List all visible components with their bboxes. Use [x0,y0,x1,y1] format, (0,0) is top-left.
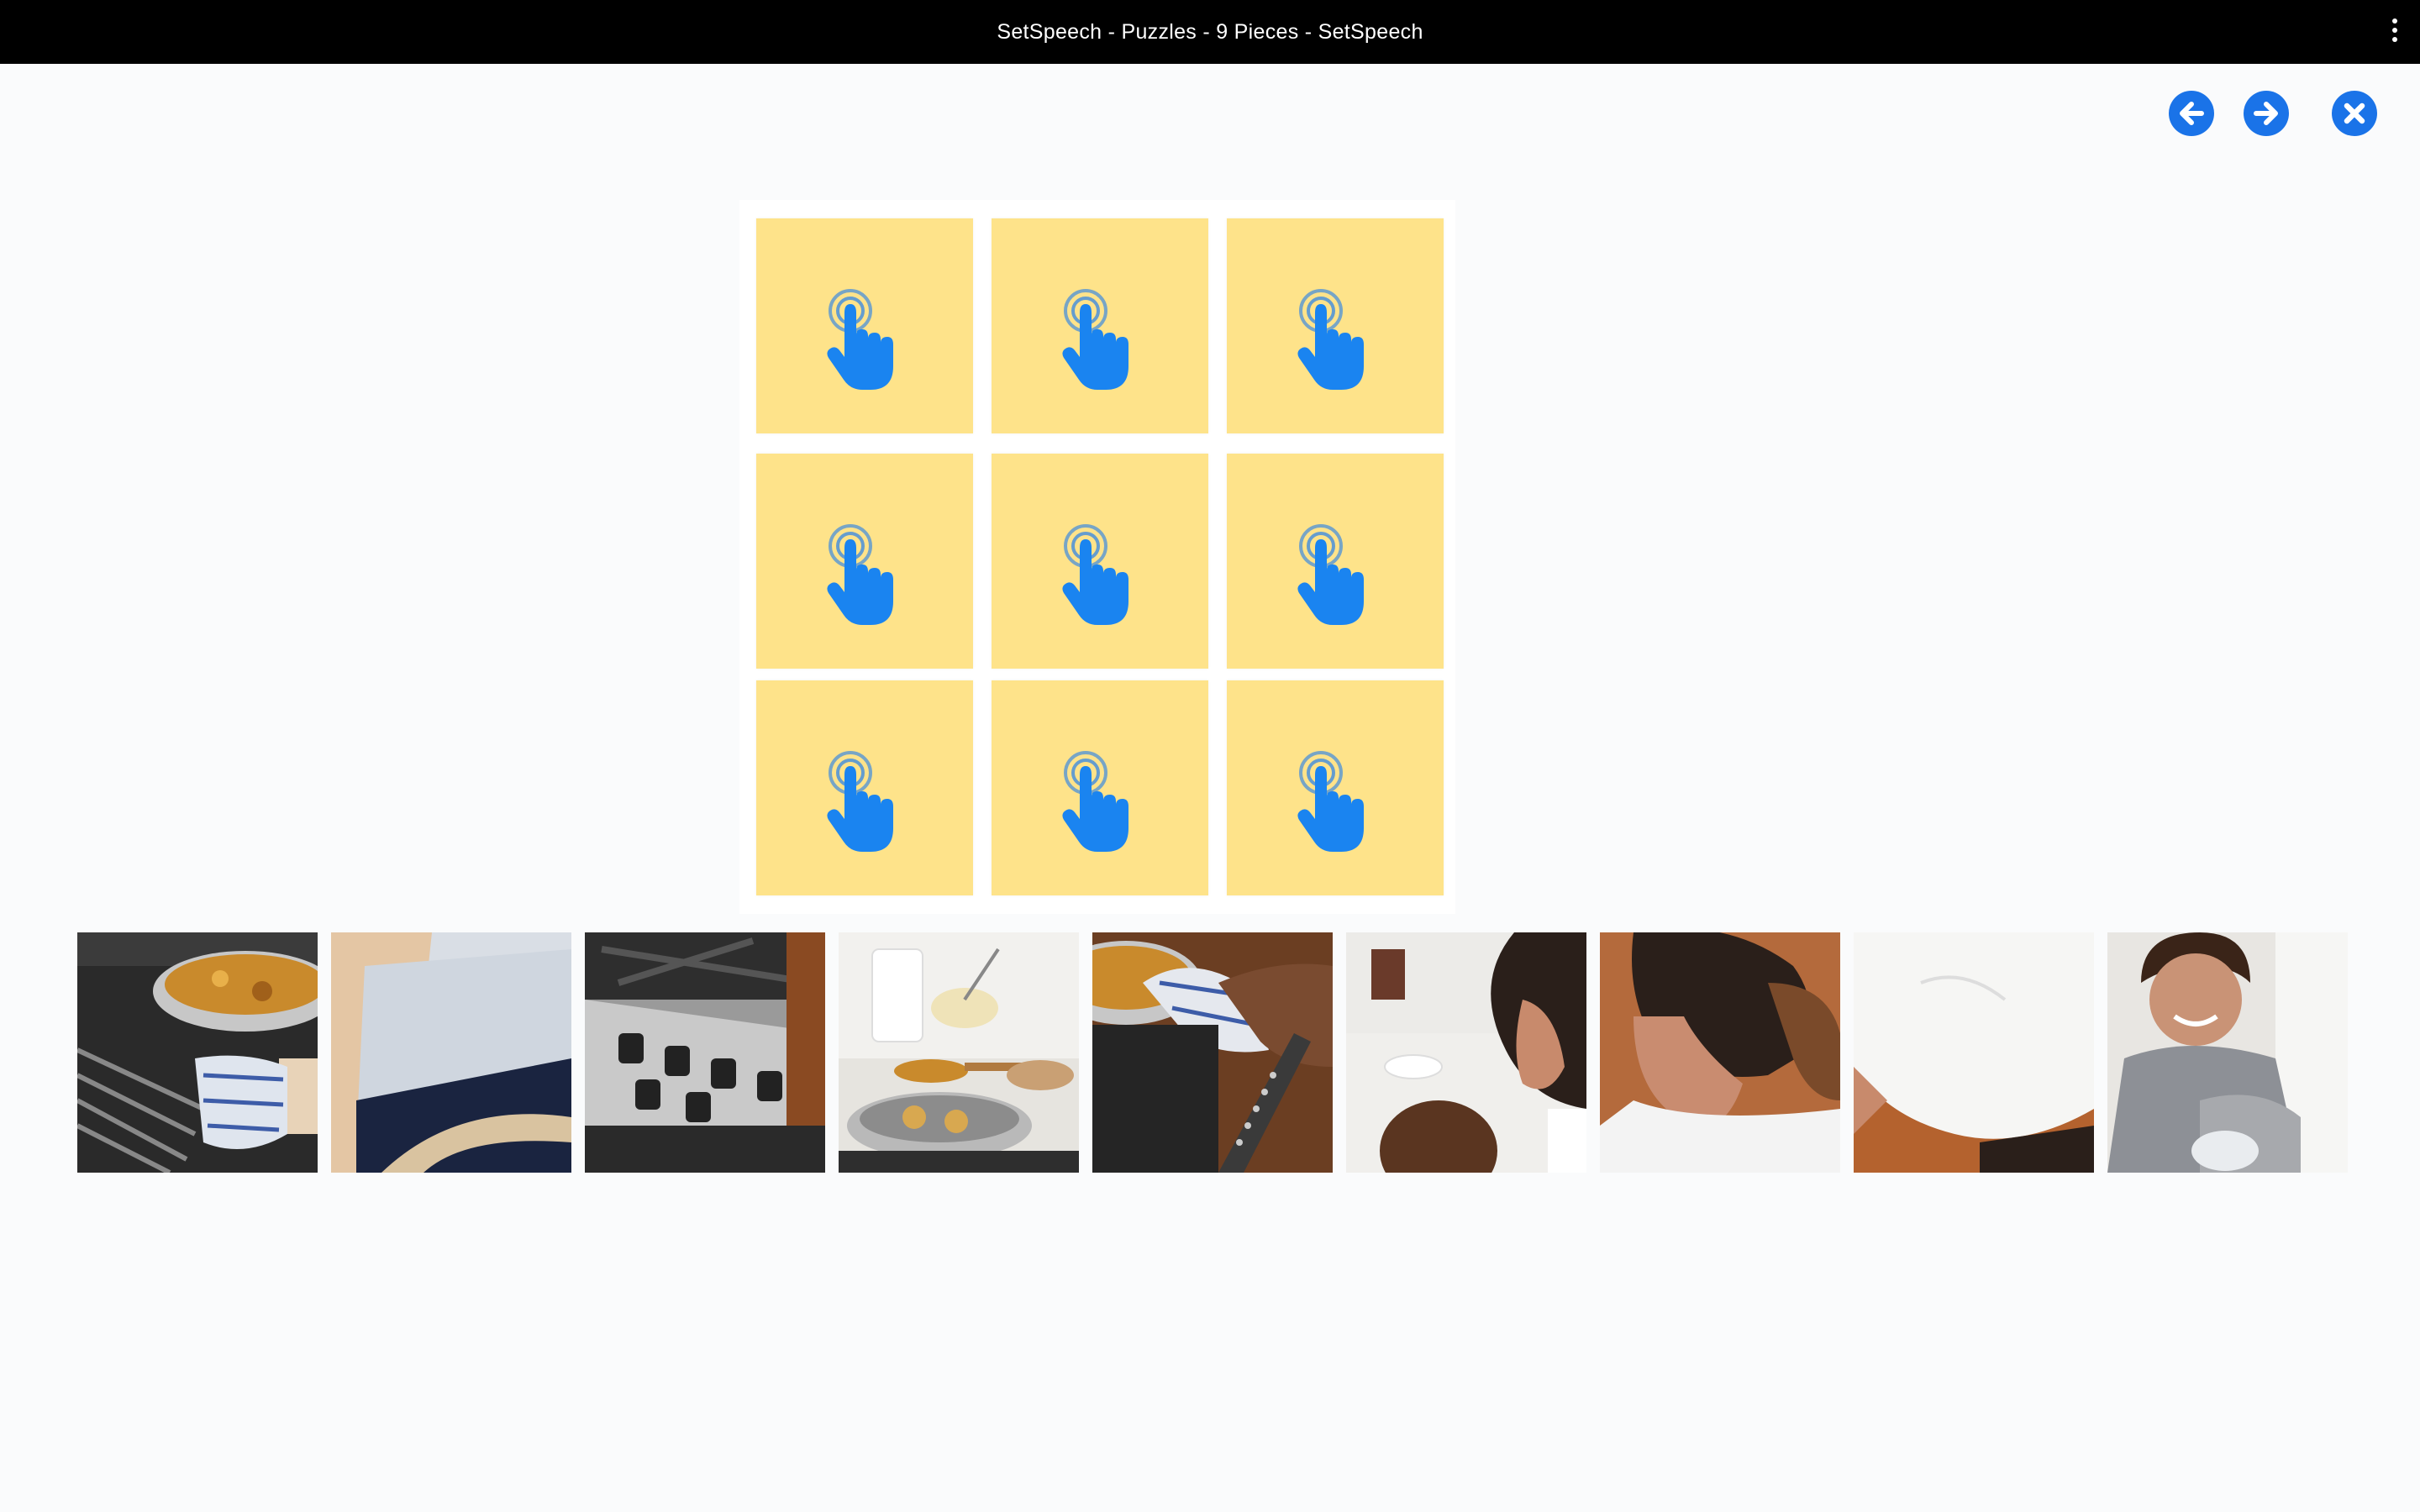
puzzle-piece-image [1600,932,1840,1173]
puzzle-slot[interactable] [992,454,1208,669]
tap-hand-icon [1059,524,1143,627]
arrow-left-circle-icon [2169,91,2214,136]
puzzle-piece-image [1346,932,1586,1173]
puzzle-slot[interactable] [992,218,1208,433]
puzzle-piece-6[interactable] [1346,932,1586,1173]
puzzle-piece-2[interactable] [331,932,571,1173]
tap-hand-icon [1294,524,1378,627]
puzzle-piece-image [331,932,571,1173]
puzzle-piece-5[interactable] [1092,932,1333,1173]
arrow-right-circle-icon [2244,91,2289,136]
puzzle-slot[interactable] [756,680,973,895]
puzzle-piece-image [1854,932,2094,1173]
puzzle-piece-9[interactable] [2107,932,2348,1173]
more-options-icon[interactable] [2391,18,2398,45]
tap-hand-icon [1059,289,1143,391]
previous-button[interactable] [2168,90,2215,137]
puzzle-slot[interactable] [992,680,1208,895]
puzzle-piece-1[interactable] [77,932,318,1173]
window-title: SetSpeech - Puzzles - 9 Pieces - SetSpee… [997,20,1423,44]
puzzle-piece-image [77,932,318,1173]
puzzle-piece-8[interactable] [1854,932,2094,1173]
tap-hand-icon [823,289,908,391]
tap-hand-icon [1294,289,1378,391]
close-circle-icon [2332,91,2377,136]
puzzle-slot[interactable] [756,454,973,669]
puzzle-piece-image [1092,932,1333,1173]
puzzle-piece-3[interactable] [585,932,825,1173]
puzzle-board [739,200,1455,914]
puzzle-slot[interactable] [1227,218,1444,433]
puzzle-piece-7[interactable] [1600,932,1840,1173]
close-button[interactable] [2331,90,2378,137]
puzzle-piece-4[interactable] [839,932,1079,1173]
puzzle-piece-image [2107,932,2348,1173]
tap-hand-icon [1059,751,1143,853]
tap-hand-icon [823,524,908,627]
next-button[interactable] [2243,90,2290,137]
tap-hand-icon [1294,751,1378,853]
pieces-tray [77,932,2351,1173]
puzzle-slot[interactable] [1227,454,1444,669]
puzzle-piece-image [585,932,825,1173]
puzzle-piece-image [839,932,1079,1173]
puzzle-slot[interactable] [1227,680,1444,895]
puzzle-slot[interactable] [756,218,973,433]
title-bar: SetSpeech - Puzzles - 9 Pieces - SetSpee… [0,0,2420,64]
tap-hand-icon [823,751,908,853]
